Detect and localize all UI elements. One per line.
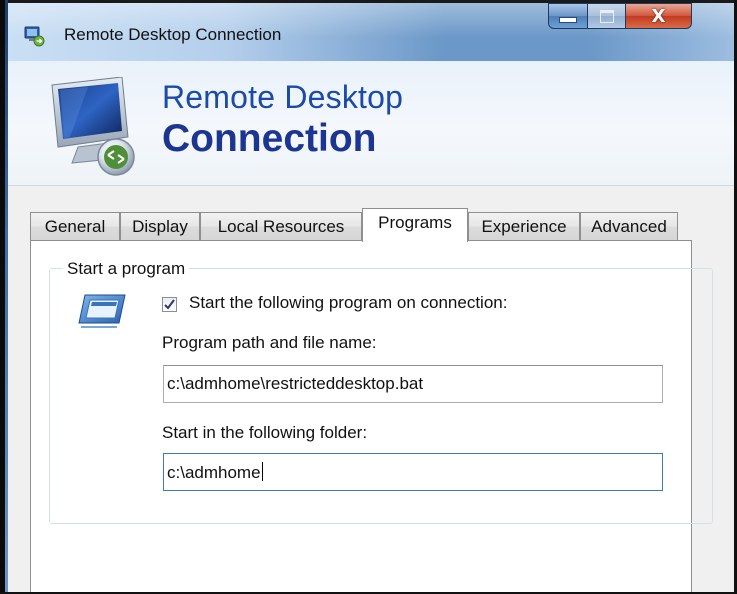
dialog-body: General Display Local Resources Programs… [8, 186, 734, 592]
minimize-icon [559, 17, 577, 23]
program-path-label: Program path and file name: [162, 333, 377, 352]
tab-label: Local Resources [217, 217, 345, 236]
banner-title: Remote Desktop [162, 79, 404, 115]
program-path-input[interactable]: c:\admhome\restricteddesktop.bat [163, 365, 663, 403]
tab-label: Programs [378, 213, 452, 232]
group-title: Start a program [63, 259, 190, 279]
tab-programs[interactable]: Programs [362, 208, 468, 242]
start-folder-label: Start in the following folder: [162, 423, 368, 442]
maximize-icon [599, 9, 614, 23]
start-program-checkbox-label[interactable]: Start the following program on connectio… [189, 293, 507, 313]
tab-label: Experience [481, 217, 567, 236]
monitor-connection-icon [51, 77, 135, 176]
window-title: Remote Desktop Connection [64, 25, 282, 44]
program-window-icon [78, 294, 126, 328]
program-path-value: c:\admhome\restricteddesktop.bat [167, 374, 424, 393]
start-folder-value: c:\admhome [167, 463, 261, 482]
start-program-checkbox[interactable] [162, 297, 177, 312]
text-caret [261, 462, 263, 481]
tab-advanced[interactable]: Advanced [580, 212, 678, 240]
start-folder-input[interactable]: c:\admhome [163, 453, 663, 491]
tab-general[interactable]: General [30, 212, 120, 240]
close-button[interactable]: X [626, 3, 692, 29]
window-controls: X [548, 3, 692, 29]
remote-desktop-icon [24, 26, 45, 47]
banner-subtitle: Connection [162, 117, 377, 160]
header-banner: Remote Desktop Connection [8, 61, 734, 186]
tab-display[interactable]: Display [120, 212, 200, 240]
programs-panel: Start a program Start the following prog… [30, 240, 713, 592]
tab-local-resources[interactable]: Local Resources [200, 212, 362, 240]
tab-label: General [44, 217, 106, 236]
minimize-button[interactable] [548, 3, 588, 29]
maximize-button[interactable] [588, 3, 626, 29]
close-icon: X [651, 5, 666, 27]
tab-label: Display [132, 217, 188, 236]
checkmark-icon [164, 299, 175, 310]
tab-experience[interactable]: Experience [468, 212, 580, 240]
tab-label: Advanced [591, 217, 667, 236]
